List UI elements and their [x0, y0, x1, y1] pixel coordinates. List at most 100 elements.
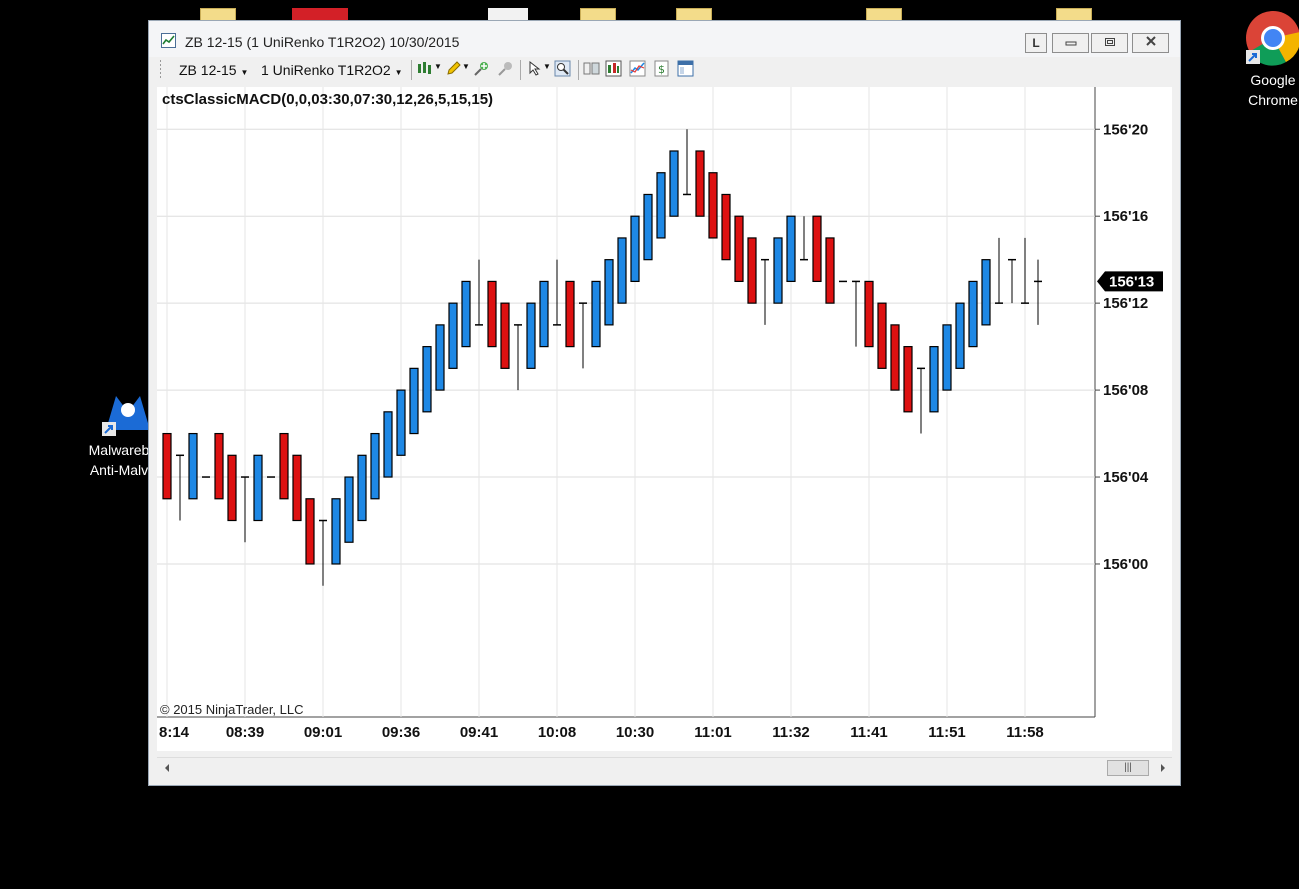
candle-up [630, 215, 640, 283]
candle-up [344, 476, 354, 543]
zoom-icon[interactable] [554, 60, 571, 77]
instrument-selector[interactable]: ZB 12-15 ▼ [179, 62, 248, 78]
price-axis-label: 156'04 [1103, 469, 1149, 486]
toolbar-separator [578, 60, 579, 80]
maximize-button[interactable] [1091, 33, 1128, 53]
chevron-down-icon[interactable]: ▼ [434, 62, 442, 71]
malwarebytes-icon [102, 396, 150, 436]
close-button[interactable] [1132, 33, 1169, 53]
candle-up [370, 432, 380, 500]
time-axis-label: 10:30 [616, 724, 654, 741]
chart-panel[interactable]: 156'20 156'16 156'12 156'08 156'04 156'00 8:14… [157, 87, 1172, 751]
desktop-icon-label: Google [1250, 72, 1296, 88]
add-indicator-icon[interactable] [473, 60, 490, 77]
desktop-icon-chrome[interactable]: Google Chrome [1238, 8, 1299, 110]
price-axis-label: 156'12 [1103, 295, 1148, 312]
candle-up [981, 259, 991, 326]
link-button[interactable]: L [1025, 33, 1047, 53]
chart-app-icon [161, 33, 176, 48]
candle-up [942, 324, 952, 391]
candle-up [188, 432, 198, 500]
candle-down [721, 193, 731, 261]
scroll-left-icon[interactable] [163, 763, 171, 773]
candle-up [253, 454, 263, 522]
chevron-down-icon[interactable]: ▼ [543, 62, 551, 71]
period-selector[interactable]: 1 UniRenko T1R2O2 ▼ [261, 62, 403, 78]
minimize-button[interactable] [1052, 33, 1089, 53]
candle-up [357, 454, 367, 522]
chevron-down-icon: ▼ [240, 68, 249, 77]
candle-up [643, 193, 653, 261]
candle-up [929, 346, 939, 413]
time-axis-label: 8:14 [159, 724, 190, 741]
time-axis-label: 09:41 [460, 724, 498, 741]
candle-down [747, 237, 757, 304]
candle-up [409, 367, 419, 435]
price-axis-label: 156'20 [1103, 121, 1148, 138]
toolbar: ZB 12-15 ▼ 1 UniRenko T1R2O2 ▼ ▼ ▼ ▼ $ [157, 57, 1172, 83]
price-axis-label: 156'08 [1103, 382, 1148, 399]
candle-down [695, 150, 705, 217]
candle-down [279, 432, 289, 500]
scrollbar-thumb[interactable]: ||| [1107, 760, 1149, 776]
title-bar[interactable]: ZB 12-15 (1 UniRenko T1R2O2) 10/30/2015 … [149, 21, 1180, 57]
candle-up [526, 302, 536, 369]
price-axis-label: 156'16 [1103, 208, 1148, 225]
time-axis-label: 11:51 [928, 724, 966, 741]
horizontal-scrollbar[interactable]: ||| [157, 757, 1172, 778]
candle-up [461, 280, 471, 348]
cursor-icon[interactable] [527, 60, 544, 77]
time-axis-label: 11:58 [1006, 724, 1044, 741]
candle-up [604, 259, 614, 326]
candle-up [786, 215, 796, 283]
toolbar-separator [411, 60, 412, 80]
candle-down [812, 215, 822, 283]
candle-down [890, 324, 900, 391]
candle-up [669, 150, 679, 217]
desktop-icon-label: Anti-Malv [89, 462, 149, 478]
time-axis-label: 11:01 [694, 724, 732, 741]
candle-up [773, 237, 783, 304]
chart-properties-icon[interactable] [605, 60, 622, 77]
candle-up [422, 346, 432, 413]
minimize-icon [1065, 41, 1076, 46]
strategies-icon[interactable]: $ [653, 60, 670, 77]
desktop-icon-malwarebytes[interactable]: Malwareb Anti-Malv [84, 388, 154, 480]
candle-up [383, 411, 393, 478]
templates-icon[interactable] [677, 60, 694, 77]
desktop-icon-label: Chrome [1248, 92, 1298, 108]
chevron-down-icon[interactable]: ▼ [462, 62, 470, 71]
svg-text:$: $ [658, 63, 665, 76]
desktop-icon-label: Malwareb [88, 442, 150, 458]
window-title: ZB 12-15 (1 UniRenko T1R2O2) 10/30/2015 [185, 34, 460, 50]
indicators-icon[interactable] [629, 60, 646, 77]
remove-indicator-icon[interactable] [497, 60, 514, 77]
chart-style-icon[interactable] [417, 60, 434, 77]
candle-up [968, 280, 978, 348]
maximize-icon [1104, 38, 1115, 46]
chevron-down-icon: ▼ [394, 68, 403, 77]
candle-down [292, 454, 302, 522]
time-axis-label: 09:01 [304, 724, 342, 741]
scroll-right-icon[interactable] [1159, 763, 1167, 773]
candle-up [539, 280, 549, 348]
candle-up [617, 237, 627, 304]
candle-down [825, 237, 835, 304]
candle-down [708, 172, 718, 239]
time-axis-label: 11:32 [772, 724, 810, 741]
candle-up [396, 389, 406, 456]
last-price-label: 156'13 [1109, 273, 1154, 290]
candle-down [734, 215, 744, 283]
toolbar-separator [520, 60, 521, 80]
chart-svg[interactable]: 156'20 156'16 156'12 156'08 156'04 156'00 8:14… [157, 87, 1172, 751]
time-axis-label: 11:41 [850, 724, 888, 741]
candle-down [162, 432, 172, 500]
candle-down [903, 346, 913, 413]
instrument-label: ZB 12-15 [179, 62, 237, 78]
chart-window[interactable]: ZB 12-15 (1 UniRenko T1R2O2) 10/30/2015 … [148, 20, 1181, 786]
copyright-text: © 2015 NinjaTrader, LLC [160, 702, 304, 717]
candle-up [656, 172, 666, 239]
data-box-icon[interactable] [583, 60, 600, 77]
period-label: 1 UniRenko T1R2O2 [261, 62, 391, 78]
pencil-draw-icon[interactable] [445, 60, 462, 77]
